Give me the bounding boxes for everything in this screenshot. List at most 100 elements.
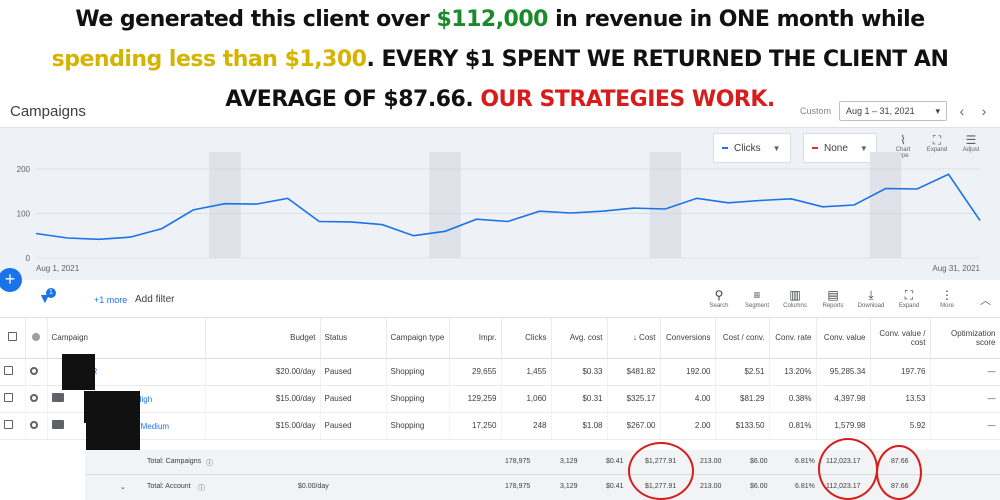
columns-icon: ▥ <box>789 288 801 302</box>
col-campaign[interactable]: Campaign <box>47 318 206 359</box>
collapse-icon[interactable]: ︿ <box>980 292 991 308</box>
headline-text: We generated this client over <box>75 7 437 32</box>
total-conversions: 213.00 <box>700 458 722 465</box>
cell-conv-value: 4,397.98 <box>816 385 871 413</box>
pause-status-icon[interactable] <box>25 385 48 413</box>
headline-line-3: AVERAGE OF $87.66. OUR STRATEGIES WORK. <box>0 80 1000 120</box>
total-impr: 178,975 <box>505 458 531 465</box>
col-status[interactable]: Status <box>320 318 387 359</box>
cell-conv-value: 1,579.98 <box>816 412 871 440</box>
segment-button[interactable]: ≡ Segment <box>738 288 776 309</box>
col-cost-conv[interactable]: Cost / conv. <box>715 318 770 359</box>
col-campaign-type[interactable]: Campaign type <box>386 318 450 359</box>
clicks-series-line <box>35 173 981 241</box>
redaction-block <box>62 354 95 390</box>
more-filters-link[interactable]: +1 more <box>94 295 127 305</box>
select-all-checkbox[interactable] <box>0 318 26 359</box>
col-clicks[interactable]: Clicks <box>501 318 552 359</box>
toolbar-label: Reports <box>822 303 844 309</box>
headline-claim: OUR STRATEGIES WORK. <box>480 87 775 112</box>
pause-status-icon[interactable] <box>25 412 48 440</box>
toolbar-label: More <box>940 303 954 309</box>
col-optimization-score[interactable]: Optimization score <box>930 318 1000 359</box>
search-button[interactable]: ⚲ Search <box>700 288 738 309</box>
campaign-link[interactable]: - Medium <box>136 422 169 431</box>
cell-conv-rate: 13.20% <box>769 358 817 386</box>
cell-impr: 129,259 <box>449 385 502 413</box>
add-fab-button[interactable]: + <box>0 268 22 292</box>
total-clicks: 3,129 <box>560 483 578 490</box>
col-conv-value[interactable]: Conv. value <box>816 318 871 359</box>
download-icon: ⤓ <box>868 288 874 302</box>
status-dot-header <box>25 318 48 359</box>
help-icon[interactable]: ⓘ <box>198 483 205 493</box>
table-toolbar: ⚲ Search ≡ Segment ▥ Columns ▤ Reports ⤓ Download… <box>700 288 966 309</box>
toolbar-label: Segment <box>744 303 769 309</box>
col-budget[interactable]: Budget <box>205 318 321 359</box>
weekend-band <box>869 152 902 258</box>
more-button[interactable]: ⋮ More <box>928 288 966 309</box>
headline-revenue: $112,000 <box>436 7 548 32</box>
table-row[interactable]: - Medium $15.00/day Paused Shopping 17,250 24… <box>0 412 1000 440</box>
cell-value-cost: 197.76 <box>870 358 931 386</box>
pause-status-icon[interactable] <box>25 358 48 386</box>
highlight-circle-cost <box>628 442 694 500</box>
add-filter-button[interactable]: Add filter <box>135 294 174 305</box>
expand-icon: ⛶ <box>904 288 914 302</box>
row-checkbox[interactable] <box>0 412 26 440</box>
headline-banner: We generated this client over $112,000 i… <box>0 0 1000 112</box>
table-row[interactable]: High $15.00/day Paused Shopping 129,259 1,060… <box>0 385 1000 413</box>
total-budget: $0.00/day <box>298 483 329 490</box>
headline-text: . EVERY $1 SPENT WE RETURNED THE CLIENT … <box>366 47 949 72</box>
cell-value-cost: 5.92 <box>870 412 931 440</box>
weekend-band <box>209 152 241 258</box>
headline-text: AVERAGE OF $87.66. <box>225 87 481 112</box>
row-checkbox[interactable] <box>0 385 26 413</box>
total-clicks: 3,129 <box>560 458 578 465</box>
y-tick-label: 100 <box>17 209 31 218</box>
col-conversions[interactable]: Conversions <box>660 318 716 359</box>
cell-clicks: 248 <box>501 412 552 440</box>
total-avg-cost: $0.41 <box>606 483 624 490</box>
col-impr[interactable]: Impr. <box>449 318 502 359</box>
reports-button[interactable]: ▤ Reports <box>814 288 852 309</box>
cell-type: Shopping <box>386 358 450 386</box>
total-account-label: Total: Account <box>147 483 191 490</box>
expand-button[interactable]: ⛶ Expand <box>890 288 928 309</box>
col-cost[interactable]: ↓ Cost <box>607 318 661 359</box>
total-cost-conv: $6.00 <box>750 458 768 465</box>
row-checkbox[interactable] <box>0 358 26 386</box>
expand-chevron-icon[interactable]: ⌄ <box>120 483 126 491</box>
x-end-label: Aug 31, 2021 <box>932 264 980 273</box>
cell-opt: — <box>930 385 1000 413</box>
table-row[interactable]: R$20.00/dayPausedShopping29,6551,455$0.3… <box>0 358 1000 386</box>
reports-icon: ▤ <box>827 288 839 302</box>
x-start-label: Aug 1, 2021 <box>36 264 80 273</box>
search-icon: ⚲ <box>714 288 724 302</box>
cell-cost: $481.82 <box>607 358 661 386</box>
cell-budget: $20.00/day <box>205 358 321 386</box>
col-avg-cost[interactable]: Avg. cost <box>551 318 608 359</box>
filter-count-badge: 1 <box>46 288 56 298</box>
cell-cost: $267.00 <box>607 412 661 440</box>
col-conv-rate[interactable]: Conv. rate <box>769 318 817 359</box>
cell-status: Paused <box>320 412 387 440</box>
cell-avg-cost: $0.33 <box>551 358 608 386</box>
download-button[interactable]: ⤓ Download <box>852 288 890 309</box>
campaigns-table: Campaign Budget Status Campaign type Imp… <box>0 318 1000 440</box>
total-conv-rate: 6.81% <box>795 483 815 490</box>
more-icon: ⋮ <box>941 288 953 302</box>
toolbar-label: Columns <box>783 303 807 309</box>
cell-type: Shopping <box>386 412 450 440</box>
headline-line-2: spending less than $1,300. EVERY $1 SPEN… <box>0 40 1000 80</box>
total-campaigns-label: Total: Campaigns <box>147 458 202 465</box>
help-icon[interactable]: ⓘ <box>206 458 213 468</box>
cell-clicks: 1,455 <box>501 358 552 386</box>
shopping-tag-icon <box>51 420 64 429</box>
col-value-cost[interactable]: Conv. value / cost <box>870 318 931 359</box>
cell-value-cost: 13.53 <box>870 385 931 413</box>
headline-spend: spending less than $1,300 <box>51 47 367 72</box>
cell-cost: $325.17 <box>607 385 661 413</box>
columns-button[interactable]: ▥ Columns <box>776 288 814 309</box>
total-impr: 178,975 <box>505 483 531 490</box>
